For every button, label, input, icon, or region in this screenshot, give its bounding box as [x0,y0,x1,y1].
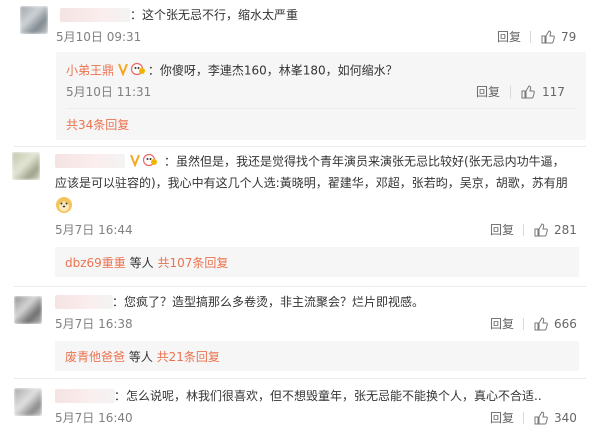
doge-emoji-icon [56,197,72,213]
divider [530,31,531,43]
reply-button[interactable]: 回复 [490,410,514,426]
etc-label: 等人 [125,256,158,270]
sub-reply-body: ：你傻呀，李連杰160，林峯180，如何缩水？ [147,63,398,78]
username-blurred[interactable] [55,154,125,168]
comment-text-line2: 应该是可以驻容的)，我心中有这几个人选:黃晓明，翟建华，邓超，张若昀，吴京，胡歌… [55,176,568,190]
like-count: 340 [554,411,577,425]
divider [523,318,524,330]
avatar[interactable] [12,152,40,180]
username-blurred[interactable] [55,389,115,403]
reply-button[interactable]: 回复 [490,316,514,332]
divider [510,86,511,98]
like-icon[interactable] [534,317,548,331]
comment-text: ：这个张无忌不行，缩水太严重 [130,8,299,22]
reply-button[interactable]: 回复 [490,222,514,238]
comment-time: 5月7日 16:44 [55,223,133,237]
username-blurred[interactable] [55,295,113,309]
divider [14,286,586,287]
more-replies-link[interactable]: 共34条回复 [66,117,129,133]
more-replies-link[interactable]: 共21条回复 [157,350,220,364]
replier-name[interactable]: 废青他爸爸 [65,350,125,364]
like-icon[interactable] [534,411,548,425]
avatar[interactable] [20,6,48,34]
divider [14,378,586,379]
like-count: 79 [561,30,577,44]
comment-time: 5月7日 16:40 [55,411,133,425]
replier-name[interactable]: dbz69重重 [65,256,126,270]
divider [66,108,576,109]
replies-summary: 废青他爸爸 等人 共21条回复 [65,349,220,365]
like-icon[interactable] [541,30,555,44]
comment-time: 5月10日 09:31 [56,30,142,44]
more-replies-link[interactable]: 共107条回复 [157,256,228,270]
like-count: 666 [554,317,577,331]
sub-reply-time: 5月10日 11:31 [66,85,152,99]
avatar[interactable] [14,296,42,324]
like-count: 117 [542,85,565,99]
comment-text: ：您疯了？造型搞那么多卷烫，非主流聚会？烂片即视感。 [112,295,425,309]
comment-text-line1: ：虽然但是，我还是觉得找个青年演员来演张无忌比较好(张无忌内功牛逼， [164,154,565,169]
sub-reply-text: 小弟王鼎 ：你傻呀，李連杰160，林峯180，如何缩水？ [66,62,398,80]
etc-label: 等人 [125,350,157,364]
replies-summary: dbz69重重 等人 共107条回复 [65,255,228,271]
comment-text: ：怎么说呢，林我们很喜欢，但不想毁童年，张无忌能不能换个人，真心不合适.. [114,389,542,403]
like-count: 281 [554,223,577,237]
sub-reply-reply-button[interactable]: 回复 [476,84,500,100]
comment-text: ：虽然但是，我还是觉得找个青年演员来演张无忌比较好(张无忌内功牛逼， [130,153,565,171]
divider [523,224,524,236]
vip-badge-icon [117,62,148,80]
sub-reply-username[interactable]: 小弟王鼎 [66,64,114,78]
comment-time: 5月7日 16:38 [55,317,133,331]
username-blurred[interactable] [60,8,130,22]
reply-button[interactable]: 回复 [497,29,521,45]
like-icon[interactable] [534,223,548,237]
avatar[interactable] [14,388,42,416]
divider [523,412,524,424]
like-icon[interactable] [521,85,535,99]
divider [14,146,586,147]
vip-badge-icon [130,153,164,171]
